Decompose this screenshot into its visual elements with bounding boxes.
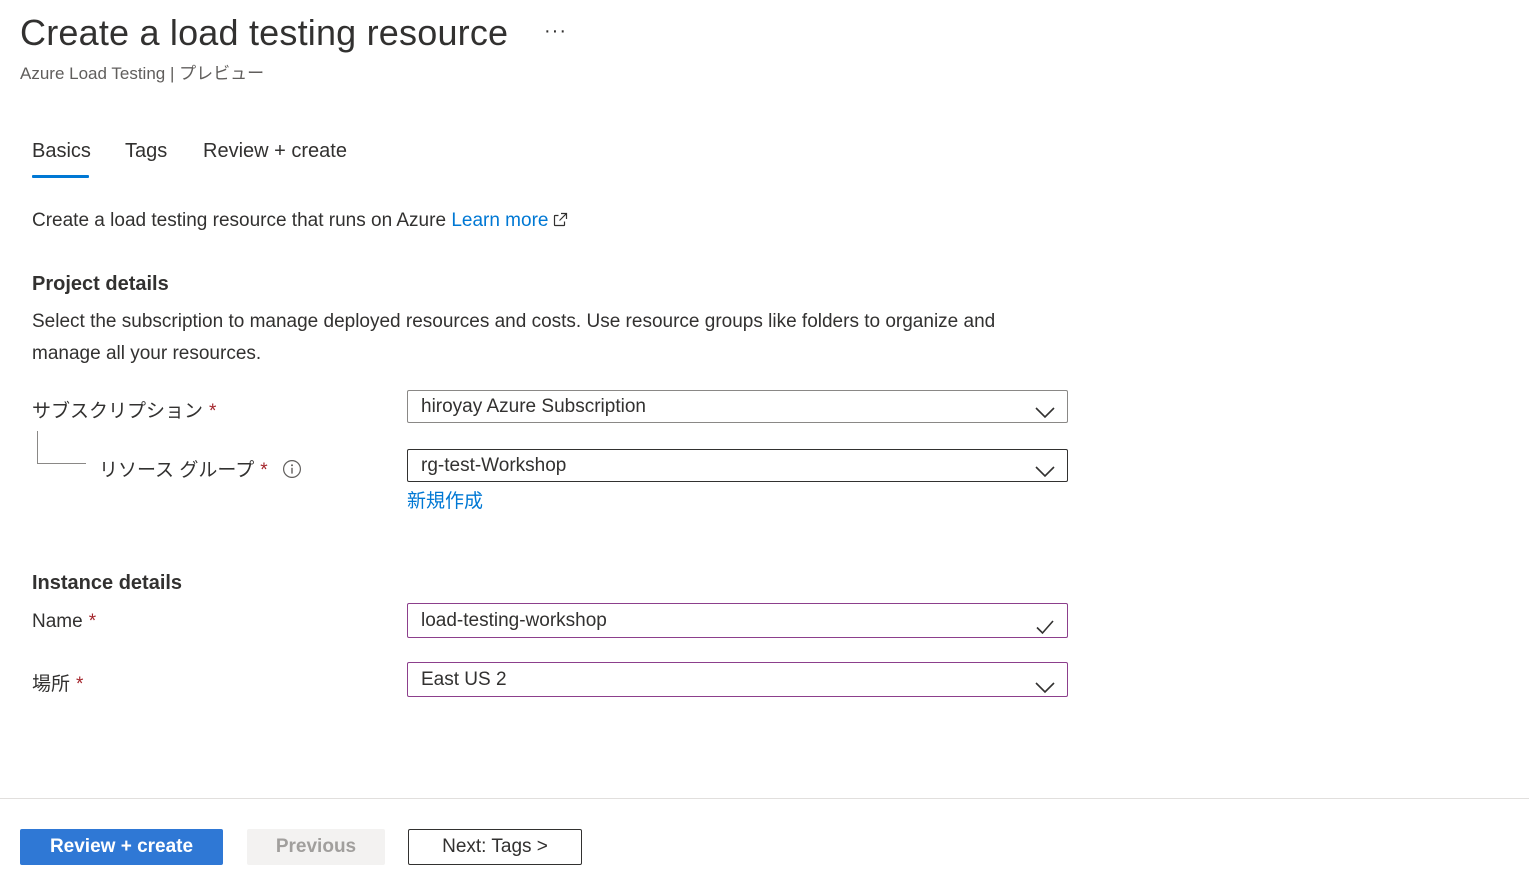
name-value: load-testing-workshop bbox=[421, 610, 607, 631]
location-label-text: 場所 bbox=[32, 674, 71, 695]
tab-tags[interactable]: Tags bbox=[125, 140, 167, 163]
subscription-label: サブスクリプション * bbox=[32, 396, 216, 423]
name-label-text: Name bbox=[32, 611, 83, 632]
location-dropdown[interactable]: East US 2 bbox=[407, 662, 1068, 697]
previous-button: Previous bbox=[247, 829, 385, 865]
page-subtitle: Azure Load Testing | プレビュー bbox=[20, 64, 265, 83]
chevron-down-icon bbox=[1035, 673, 1055, 706]
tree-connector-horizontal bbox=[37, 463, 86, 464]
tab-review-create[interactable]: Review + create bbox=[203, 140, 347, 163]
resource-group-value: rg-test-Workshop bbox=[421, 455, 567, 476]
intro-text: Create a load testing resource that runs… bbox=[32, 210, 568, 234]
tree-connector-vertical bbox=[37, 431, 38, 464]
instance-details-heading: Instance details bbox=[32, 572, 183, 594]
required-marker: * bbox=[88, 611, 97, 632]
subscription-dropdown[interactable]: hiroyay Azure Subscription bbox=[407, 390, 1068, 423]
intro-description: Create a load testing resource that runs… bbox=[32, 210, 447, 231]
subscription-label-text: サブスクリプション bbox=[32, 401, 204, 422]
project-details-heading: Project details bbox=[32, 273, 169, 295]
page-title: Create a load testing resource bbox=[20, 12, 509, 53]
learn-more-label[interactable]: Learn more bbox=[451, 210, 548, 231]
subscription-value: hiroyay Azure Subscription bbox=[421, 396, 646, 417]
next-tags-button[interactable]: Next: Tags > bbox=[408, 829, 582, 865]
create-new-resource-group-link[interactable]: 新規作成 bbox=[407, 486, 483, 513]
chevron-down-icon bbox=[1035, 399, 1055, 430]
resource-group-label-text: リソース グループ bbox=[99, 460, 255, 481]
learn-more-link[interactable]: Learn more bbox=[451, 210, 568, 231]
info-icon[interactable] bbox=[282, 459, 302, 485]
tab-basics[interactable]: Basics bbox=[32, 140, 91, 163]
project-details-description: Select the subscription to manage deploy… bbox=[32, 311, 996, 364]
tab-selected-indicator bbox=[32, 175, 89, 178]
more-options-button[interactable]: ··· bbox=[544, 20, 567, 43]
required-marker: * bbox=[209, 401, 217, 422]
name-label: Name * bbox=[32, 611, 96, 633]
location-value: East US 2 bbox=[421, 669, 507, 690]
footer-divider bbox=[0, 798, 1529, 799]
resource-group-dropdown[interactable]: rg-test-Workshop bbox=[407, 449, 1068, 482]
location-label: 場所 * bbox=[32, 669, 83, 696]
name-input[interactable]: load-testing-workshop bbox=[407, 603, 1068, 638]
required-marker: * bbox=[76, 674, 84, 695]
required-marker: * bbox=[260, 460, 268, 481]
resource-group-label: リソース グループ * bbox=[99, 455, 302, 485]
checkmark-icon bbox=[1035, 613, 1055, 646]
external-link-icon bbox=[552, 212, 568, 234]
review-create-button[interactable]: Review + create bbox=[20, 829, 223, 865]
chevron-down-icon bbox=[1035, 458, 1055, 489]
